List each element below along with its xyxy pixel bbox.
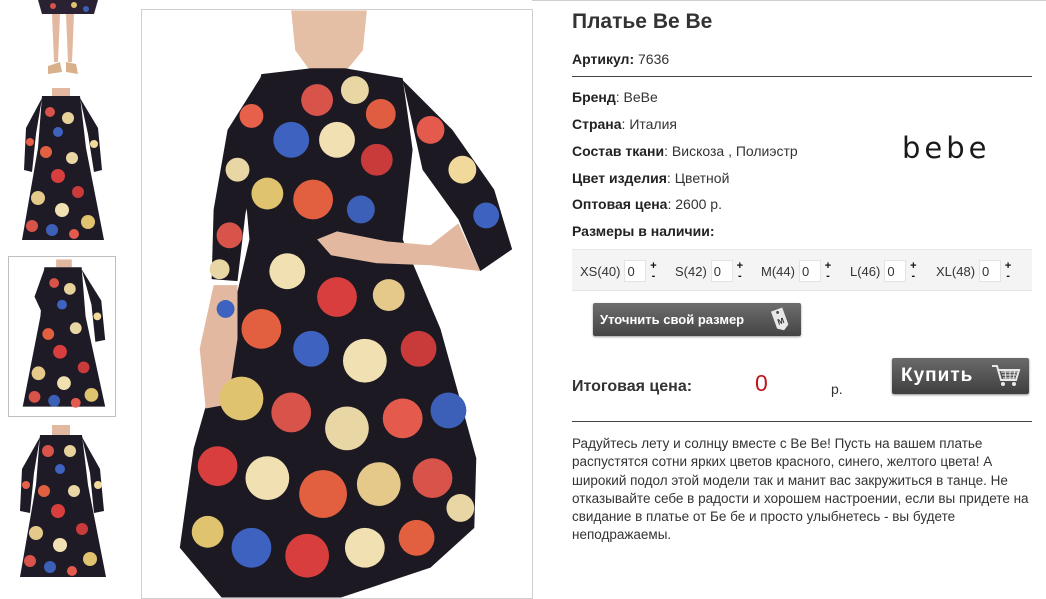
main-product-image[interactable] xyxy=(141,9,533,599)
size-tag-icon: M xyxy=(770,307,789,331)
total-price-currency: р. xyxy=(831,381,843,397)
size-label: L(46) xyxy=(850,263,881,279)
quantity-stepper-l: + - xyxy=(908,261,918,282)
thumbnail-strip xyxy=(8,0,116,592)
thumbnail-3-selected[interactable] xyxy=(8,256,116,417)
buy-button[interactable]: Купить xyxy=(892,358,1029,394)
thumbnail-image-legs xyxy=(38,0,98,74)
country-row: Страна: Италия xyxy=(572,116,678,132)
size-guide-button[interactable]: Уточнить свой размер M xyxy=(593,303,801,336)
thumbnail-image-back xyxy=(20,425,106,577)
price-value: 2600 р. xyxy=(675,196,722,212)
fabric-value: Вискоза , Полиэстр xyxy=(671,143,798,159)
quantity-stepper-xs: + - xyxy=(648,261,658,282)
thumbnail-image-front xyxy=(22,88,104,240)
size-label: XS(40) xyxy=(580,263,621,279)
sku-row: Артикул: 7636 xyxy=(572,51,669,67)
color-value: Цветной xyxy=(674,170,730,186)
divider-top xyxy=(572,76,1032,77)
thumbnail-image-side xyxy=(22,259,106,408)
size-label: S(42) xyxy=(675,263,707,279)
country-value: Италия xyxy=(629,116,678,132)
sku-value: 7636 xyxy=(638,51,670,67)
decrement-button[interactable]: - xyxy=(648,271,658,282)
sizes-heading: Размеры в наличии: xyxy=(572,223,715,239)
brand-value: BeBe xyxy=(623,89,658,105)
thumbnail-1[interactable] xyxy=(8,0,116,80)
buy-button-label: Купить xyxy=(901,365,974,386)
size-label: M(44) xyxy=(761,263,795,279)
quantity-input-xs[interactable] xyxy=(624,260,647,282)
quantity-input-xl[interactable] xyxy=(979,260,1002,282)
brand-row: Бренд: BeBe xyxy=(572,89,658,105)
color-row: Цвет изделия: Цветной xyxy=(572,170,730,186)
size-selector: XS(40) + - S(42) + - M(44) + - L(46) + -… xyxy=(572,249,1032,291)
size-l: L(46) + - xyxy=(850,260,918,282)
brand-label: Бренд xyxy=(572,89,616,105)
size-label: XL(48) xyxy=(936,263,976,279)
dress-photo xyxy=(179,10,513,598)
quantity-stepper-s: + - xyxy=(735,261,745,282)
divider-bottom xyxy=(572,421,1032,422)
size-xs: XS(40) + - xyxy=(580,260,658,282)
size-s: S(42) + - xyxy=(675,260,745,282)
shopping-cart-icon xyxy=(992,365,1021,386)
decrement-button[interactable]: - xyxy=(823,271,833,282)
brand-logo: bebe xyxy=(902,131,991,165)
size-m: M(44) + - xyxy=(761,260,833,282)
quantity-input-m[interactable] xyxy=(798,260,821,282)
price-row: Оптовая цена: 2600 р. xyxy=(572,196,722,212)
quantity-input-s[interactable] xyxy=(710,260,733,282)
fabric-label: Состав ткани xyxy=(572,143,665,159)
total-price-value: 0 xyxy=(755,370,768,396)
color-label: Цвет изделия xyxy=(572,170,667,186)
quantity-stepper-xl: + - xyxy=(1003,261,1013,282)
price-label: Оптовая цена xyxy=(572,196,668,212)
size-guide-label: Уточнить свой размер xyxy=(600,312,745,327)
thumbnail-2[interactable] xyxy=(8,88,116,248)
fabric-row: Состав ткани: Вискоза , Полиэстр xyxy=(572,143,798,159)
quantity-input-l[interactable] xyxy=(884,260,907,282)
total-price-label: Итоговая цена: xyxy=(572,378,693,395)
sizes-label: Размеры в наличии: xyxy=(572,223,715,239)
quantity-stepper-m: + - xyxy=(823,261,833,282)
product-description: Радуйтесь лету и солнцу вместе с Be Be! … xyxy=(572,436,1029,543)
top-divider xyxy=(532,0,1046,1)
decrement-button[interactable]: - xyxy=(735,271,745,282)
decrement-button[interactable]: - xyxy=(1003,271,1013,282)
sku-label: Артикул: xyxy=(572,51,635,67)
country-label: Страна xyxy=(572,116,622,132)
thumbnail-4[interactable] xyxy=(8,425,116,585)
product-title: Платье Be Be xyxy=(572,10,713,33)
decrement-button[interactable]: - xyxy=(908,271,918,282)
size-xl: XL(48) + - xyxy=(936,260,1013,282)
